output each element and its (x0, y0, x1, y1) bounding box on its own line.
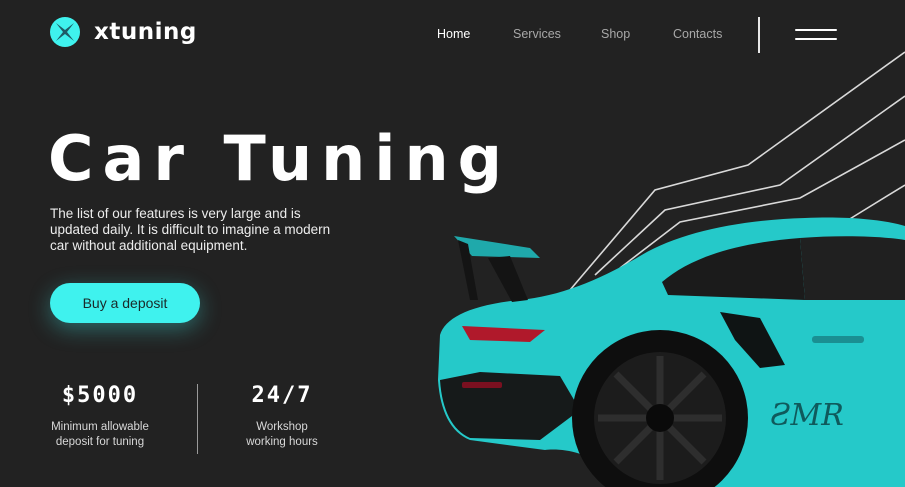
nav-contacts-link[interactable]: Contacts (673, 27, 722, 41)
hero-subtitle: The list of our features is very large a… (50, 206, 331, 253)
nav-divider (758, 17, 760, 53)
stat-label: Workshop working hours (246, 421, 318, 448)
brand-name: xtuning (94, 19, 197, 45)
stat-deposit: $5000 Minimum allowable deposit for tuni… (50, 383, 150, 450)
stat-label: Minimum allowable deposit for tuning (51, 421, 149, 448)
svg-text:ƧMR: ƧMR (770, 398, 844, 433)
buy-deposit-button[interactable]: Buy a deposit (50, 283, 200, 323)
stat-value: 24/7 (251, 383, 313, 408)
decorative-lines (569, 51, 905, 291)
hamburger-menu-icon[interactable] (795, 29, 837, 41)
x-emblem-icon (50, 17, 80, 47)
stat-divider (197, 384, 198, 454)
nav-services-link[interactable]: Services (513, 27, 561, 41)
brand-logo[interactable]: xtuning (50, 17, 197, 47)
stat-value: $5000 (61, 383, 139, 408)
nav-home-link[interactable]: Home (437, 27, 470, 41)
sports-car: ƧMR (438, 217, 905, 487)
nav-shop-link[interactable]: Shop (601, 27, 630, 41)
hero-title: Car Tuning (48, 122, 512, 195)
stat-hours: 24/7 Workshop working hours (232, 383, 332, 450)
